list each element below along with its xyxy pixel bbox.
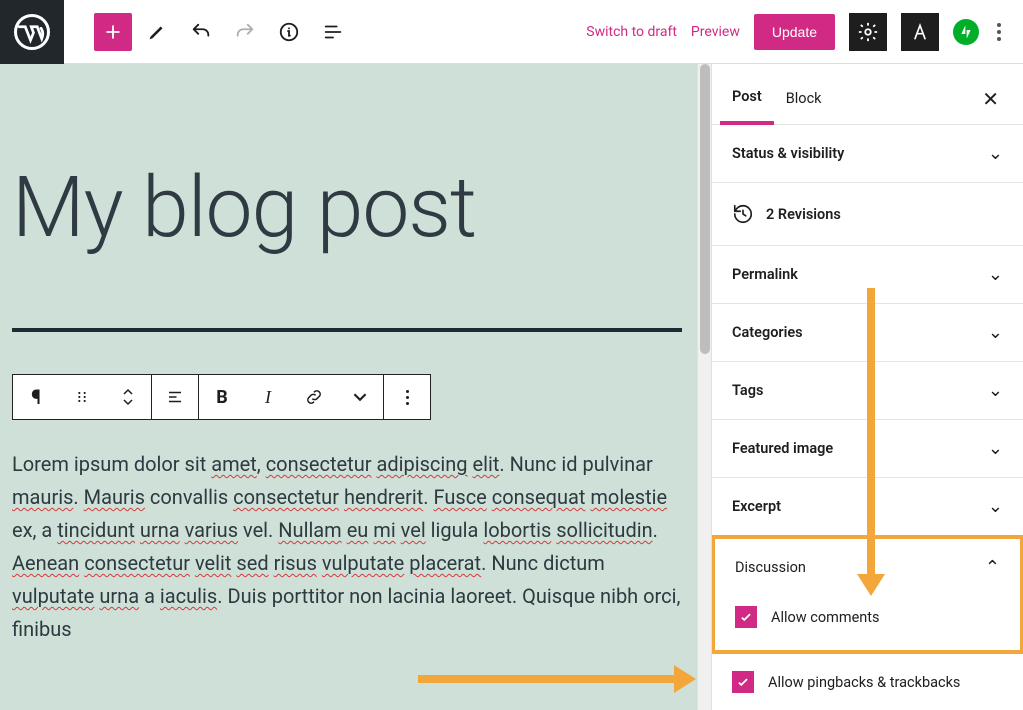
settings-sidebar: Post Block ✕ Status & visibility ⌄ 2 Rev…	[711, 64, 1023, 710]
settings-button[interactable]	[849, 13, 887, 51]
wordpress-editor: Switch to draft Preview Update My blog p…	[0, 0, 1023, 710]
title-divider	[12, 328, 682, 332]
chevron-up-icon: ⌃	[985, 557, 1000, 578]
drag-icon	[74, 389, 90, 405]
panel-status-visibility[interactable]: Status & visibility ⌄	[712, 125, 1023, 183]
panel-label: Categories	[732, 324, 803, 341]
check-icon	[736, 675, 750, 689]
top-toolbar: Switch to draft Preview Update	[0, 0, 1023, 64]
allow-comments-label: Allow comments	[771, 609, 880, 626]
wordpress-icon	[14, 14, 50, 50]
align-button[interactable]	[152, 375, 198, 419]
bold-button[interactable]: B	[199, 375, 245, 419]
chevron-down-icon: ⌄	[988, 438, 1003, 459]
canvas-scrollbar[interactable]	[697, 64, 711, 710]
undo-button[interactable]	[182, 13, 220, 51]
redo-icon	[234, 21, 256, 43]
chevron-down-icon: ⌄	[988, 143, 1003, 164]
align-left-icon	[166, 388, 184, 406]
allow-comments-row[interactable]: Allow comments	[715, 596, 1020, 650]
revisions-label: 2 Revisions	[766, 206, 841, 223]
checkbox-checked[interactable]	[735, 606, 757, 628]
jetpack-icon	[958, 24, 974, 40]
editor-canvas[interactable]: My blog post ¶	[0, 64, 697, 710]
chevron-up-icon	[123, 388, 133, 396]
annotation-arrow-vertical	[862, 288, 880, 596]
move-up-down[interactable]	[105, 375, 151, 419]
add-block-button[interactable]	[94, 13, 132, 51]
chevron-down-icon: ⌄	[988, 380, 1003, 401]
main-content-row: My blog post ¶	[0, 64, 1023, 710]
chevron-down-icon: ⌄	[988, 496, 1003, 517]
post-body-paragraph[interactable]: Lorem ipsum dolor sit amet, consectetur …	[12, 448, 685, 646]
info-icon	[278, 21, 300, 43]
tab-post[interactable]: Post	[720, 74, 774, 125]
panel-label: Featured image	[732, 440, 833, 457]
link-button[interactable]	[291, 375, 337, 419]
switch-to-draft-link[interactable]: Switch to draft	[586, 24, 677, 40]
panel-label: Status & visibility	[732, 145, 844, 162]
checkbox-checked[interactable]	[732, 671, 754, 693]
info-button[interactable]	[270, 13, 308, 51]
topbar-left-group	[64, 13, 352, 51]
redo-button[interactable]	[226, 13, 264, 51]
plus-icon	[103, 22, 123, 42]
sidebar-tabs: Post Block ✕	[712, 64, 1023, 125]
update-button[interactable]: Update	[754, 14, 835, 50]
annotation-arrow-horizontal	[418, 670, 696, 688]
panel-label: Tags	[732, 382, 763, 399]
history-icon	[732, 203, 754, 225]
list-outline-icon	[322, 21, 344, 43]
block-options-button[interactable]	[384, 375, 430, 419]
styles-button[interactable]	[901, 13, 939, 51]
paragraph-block-button[interactable]: ¶	[13, 375, 59, 419]
close-sidebar-button[interactable]: ✕	[976, 81, 1005, 117]
edit-mode-button[interactable]	[138, 13, 176, 51]
wp-logo-button[interactable]	[0, 0, 64, 64]
chevron-down-icon: ⌄	[988, 322, 1003, 343]
chevron-down-icon: ⌄	[988, 264, 1003, 285]
more-formatting-button[interactable]	[337, 375, 383, 419]
check-icon	[739, 610, 753, 624]
chevron-down-icon	[123, 398, 133, 406]
link-icon	[304, 387, 324, 407]
block-toolbar: ¶ B I	[12, 374, 431, 420]
panel-label: Discussion	[735, 559, 806, 576]
panel-label: Permalink	[732, 266, 798, 283]
more-options-button[interactable]	[993, 19, 1005, 45]
pencil-icon	[146, 21, 168, 43]
allow-pingbacks-label: Allow pingbacks & trackbacks	[768, 674, 960, 691]
outline-button[interactable]	[314, 13, 352, 51]
italic-button[interactable]: I	[245, 375, 291, 419]
panel-label: Excerpt	[732, 498, 781, 515]
jetpack-button[interactable]	[953, 19, 979, 45]
gear-icon	[857, 21, 879, 43]
allow-pingbacks-row[interactable]: Allow pingbacks & trackbacks	[712, 653, 1023, 710]
drag-handle[interactable]	[59, 375, 105, 419]
topbar-right-group: Switch to draft Preview Update	[586, 13, 1023, 51]
panel-revisions[interactable]: 2 Revisions	[712, 183, 1023, 246]
letter-a-icon	[910, 22, 930, 42]
chevron-down-icon	[353, 390, 367, 404]
post-title[interactable]: My blog post	[12, 164, 685, 252]
preview-link[interactable]: Preview	[691, 24, 740, 40]
tab-block[interactable]: Block	[774, 76, 834, 123]
undo-icon	[190, 21, 212, 43]
